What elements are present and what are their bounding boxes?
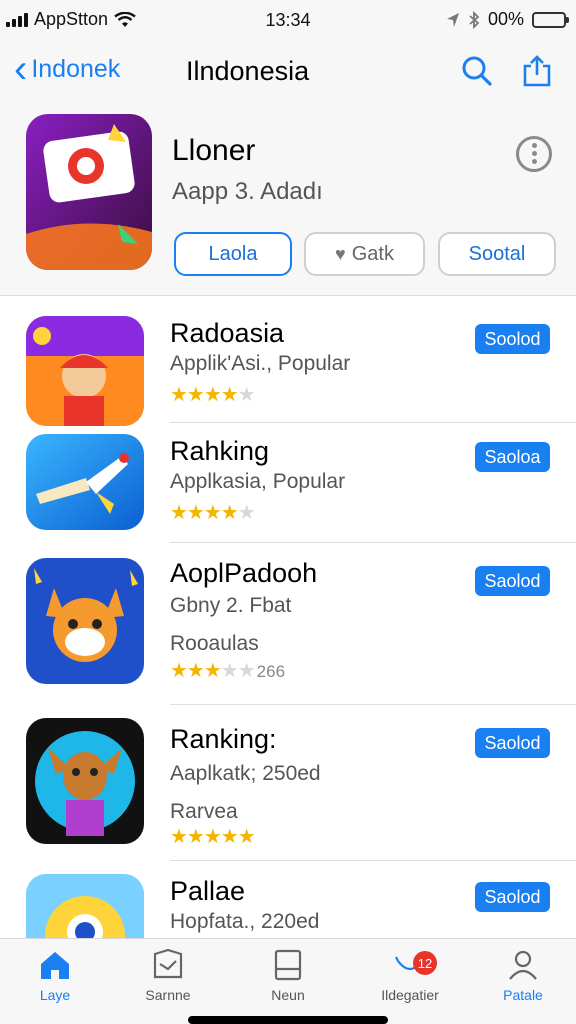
- tab-chat[interactable]: 12 Ildegatier: [355, 947, 465, 1003]
- app-title: Rahking: [170, 436, 270, 466]
- action-pill-2-label: Gatk: [351, 242, 394, 265]
- list-item[interactable]: Pallae Hopfata., 220ed Saolod: [0, 866, 576, 938]
- app-title: Pallae: [170, 876, 246, 906]
- tab-label: Patale: [503, 987, 543, 1003]
- search-icon[interactable]: [460, 54, 494, 88]
- bluetooth-icon: [469, 10, 480, 29]
- location-icon: [446, 12, 459, 27]
- rating-count: 266: [256, 662, 286, 681]
- status-right: 00%: [446, 9, 569, 30]
- get-button[interactable]: Saolod: [475, 566, 550, 596]
- tab-label: Laye: [39, 987, 71, 1003]
- battery-icon: [532, 11, 569, 28]
- featured-app-icon[interactable]: [26, 114, 152, 270]
- tab-bar: Laye Sarnne Neun 12 Ildegatier Patale: [0, 938, 576, 1024]
- list-item[interactable]: Radoasia Applik'Asi., Popular ★★★★★ Sool…: [0, 310, 576, 426]
- navigation-bar: ‹ Indonek Ilndonesia: [0, 42, 576, 104]
- tab-home[interactable]: Laye: [0, 947, 110, 1003]
- rating-stars: ★★★★★: [170, 384, 256, 406]
- list-item[interactable]: Ranking: Aaplkatk; 250ed Rarvea ★★★★★ Sa…: [0, 710, 576, 858]
- divider: [170, 704, 576, 705]
- app-title: Radoasia: [170, 318, 285, 348]
- get-button[interactable]: Saolod: [475, 728, 550, 758]
- tab-tray[interactable]: Neun: [233, 947, 343, 1003]
- featured-app-name: Lloner: [172, 134, 256, 167]
- battery-percent: 00%: [487, 9, 524, 29]
- app-title: Ranking:: [170, 724, 277, 754]
- app-subtitle: Hopfata., 220ed: [170, 910, 320, 933]
- divider: [170, 860, 576, 861]
- app-subtitle: Applik'Asi., Popular: [170, 352, 351, 375]
- divider: [170, 542, 576, 543]
- tab-label: Ildegatier: [381, 987, 439, 1003]
- home-indicator: [188, 1016, 388, 1024]
- rating-stars: ★★★★★: [170, 502, 256, 524]
- share-icon[interactable]: [520, 54, 554, 88]
- divider: [170, 422, 576, 423]
- app-icon: [26, 316, 144, 426]
- get-button[interactable]: Saolod: [475, 882, 550, 912]
- person-icon: [509, 950, 537, 980]
- status-bar: AppStton 13:34 00%: [0, 0, 576, 42]
- chevron-left-icon: ‹: [14, 47, 28, 91]
- action-pill-3[interactable]: Sootal: [438, 232, 556, 276]
- featured-app: Lloner Aapp 3. Adadı Laola ♥ Gatk Sootal: [0, 104, 576, 296]
- app-subtitle: Aaplkatk; 250ed: [170, 762, 321, 785]
- app-icon: [26, 874, 144, 938]
- shield-icon: [153, 948, 183, 979]
- get-button[interactable]: Saoloa: [475, 442, 550, 472]
- notification-badge: 12: [413, 951, 437, 975]
- app-subtitle: Applkasia, Popular: [170, 470, 346, 493]
- list-item[interactable]: Rahking Applkasia, Popular ★★★★★ Saoloa: [0, 428, 576, 540]
- back-label: Indonek: [31, 54, 121, 83]
- tray-icon: [274, 949, 302, 981]
- action-pill-3-label: Sootal: [468, 242, 526, 265]
- home-icon: [41, 952, 69, 979]
- get-button[interactable]: Soolod: [475, 324, 550, 354]
- rating-stars: ★★★★★ 266: [170, 660, 286, 682]
- app-subtitle: Gbny 2. Fbat: [170, 594, 292, 617]
- action-pill-1-label: Laola: [208, 242, 258, 265]
- app-category: Rarvea: [170, 800, 238, 823]
- tab-label: Sarnne: [145, 987, 191, 1003]
- app-icon: [26, 434, 144, 530]
- list-item[interactable]: AoplPadooh Gbny 2. Fbat Rooaulas ★★★★★ 26…: [0, 548, 576, 700]
- app-icon: [26, 558, 144, 684]
- featured-app-subtitle: Aapp 3. Adadı: [172, 178, 323, 205]
- app-category: Rooaulas: [170, 632, 259, 655]
- action-pill-2[interactable]: ♥ Gatk: [304, 232, 425, 276]
- tab-label: Neun: [271, 987, 305, 1003]
- action-pill-1[interactable]: Laola: [174, 232, 292, 276]
- app-icon: [26, 718, 144, 844]
- more-options-icon[interactable]: [516, 136, 552, 172]
- page-title: Ilndonesia: [186, 56, 310, 86]
- back-button[interactable]: ‹ Indonek: [14, 47, 121, 91]
- tab-shield[interactable]: Sarnne: [113, 947, 223, 1003]
- app-title: AoplPadooh: [170, 558, 318, 588]
- nav-actions: [460, 54, 554, 88]
- tab-profile[interactable]: Patale: [468, 947, 576, 1003]
- rating-stars: ★★★★★: [170, 826, 256, 848]
- heart-icon: ♥: [335, 243, 346, 264]
